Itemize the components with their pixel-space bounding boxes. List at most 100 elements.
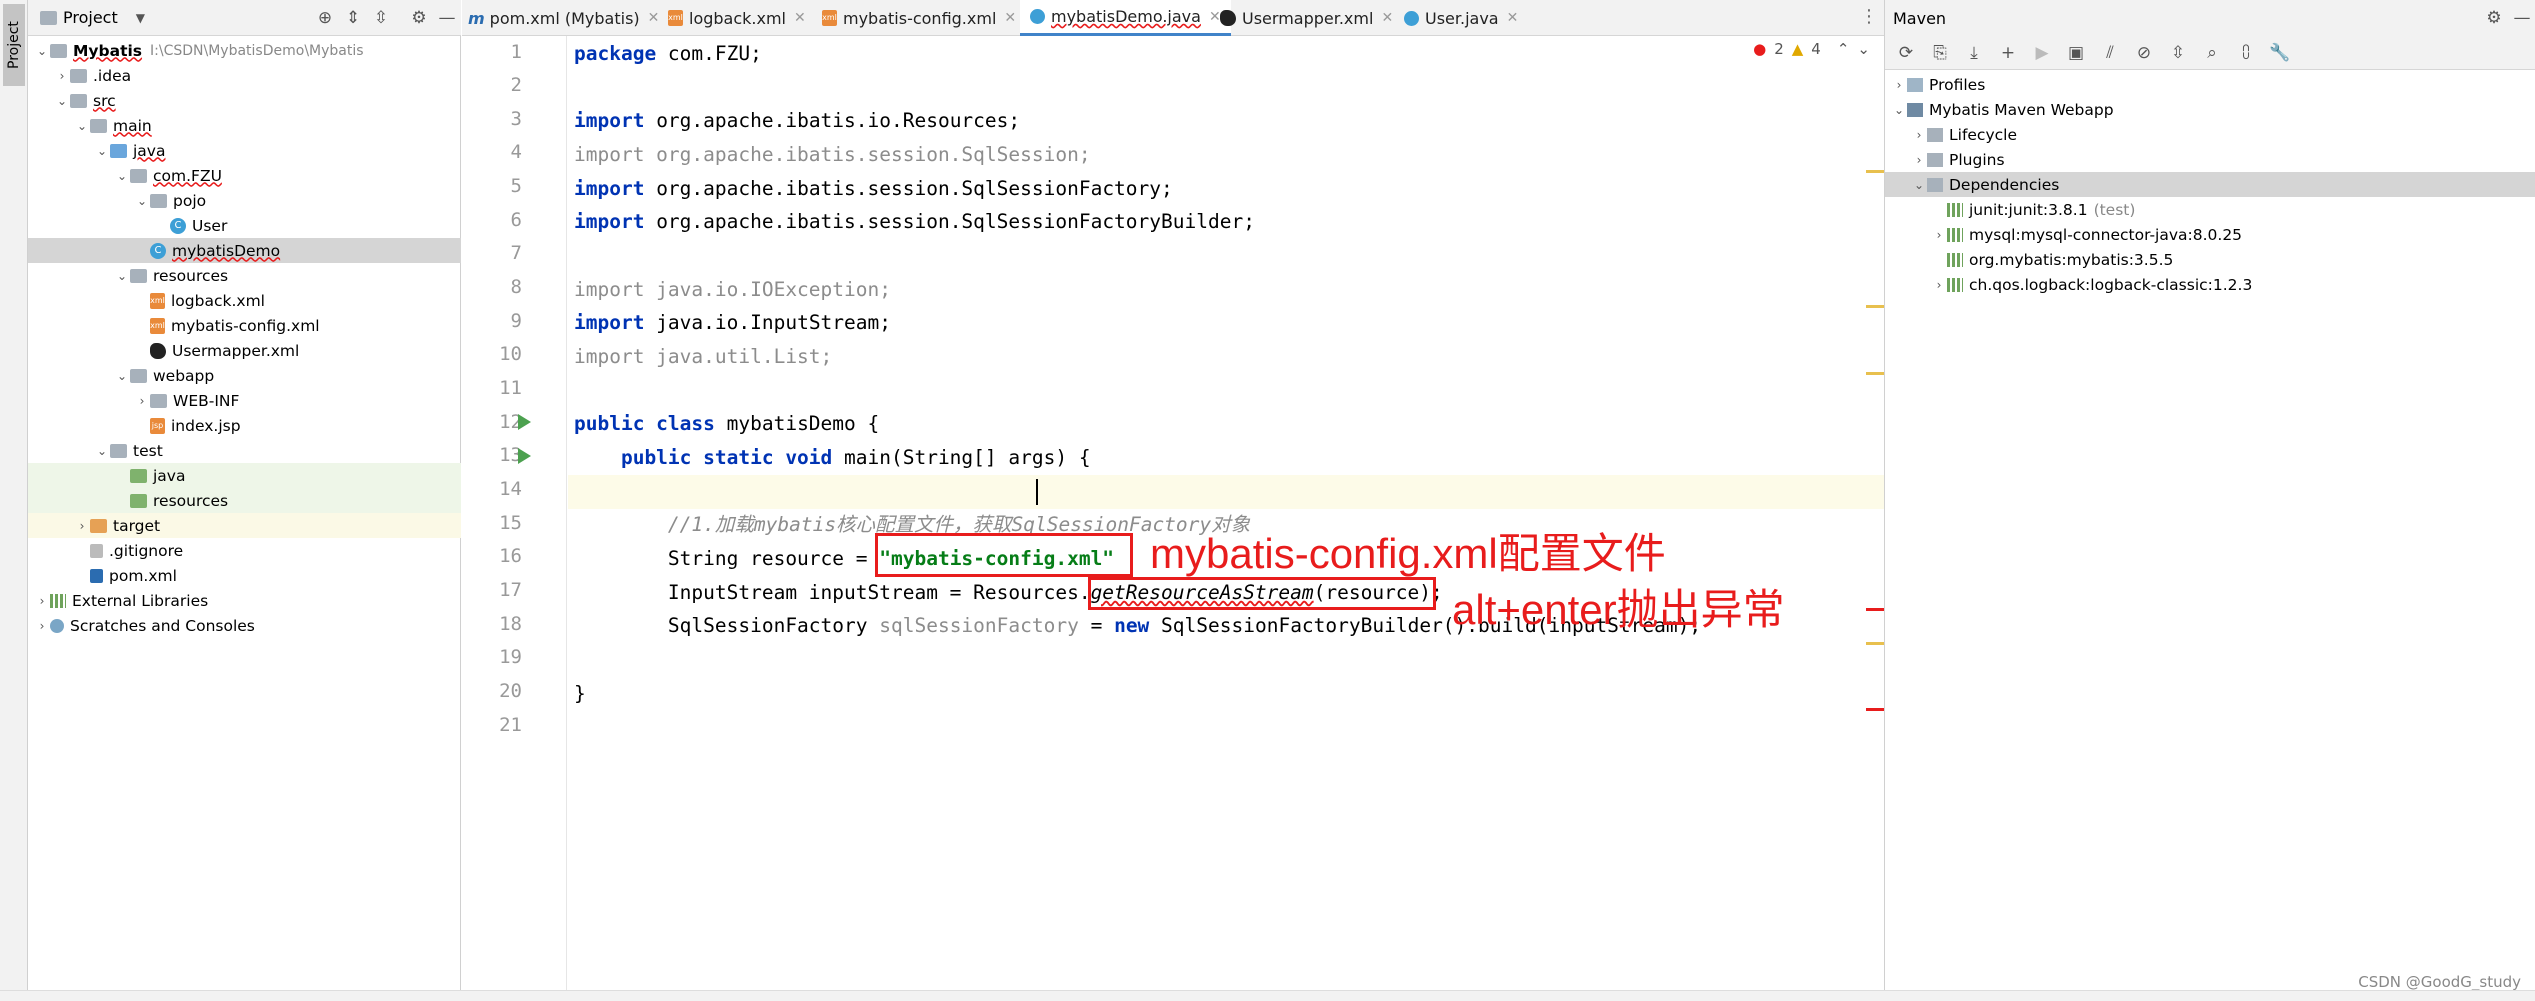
tree-item-resources[interactable]: ⌄ resources xyxy=(28,263,461,288)
locate-icon[interactable]: ⊕ xyxy=(311,4,339,32)
code-line-4[interactable]: import org.apache.ibatis.session.SqlSess… xyxy=(574,139,1091,171)
tree-item-webapp[interactable]: ⌄ webapp xyxy=(28,363,461,388)
warning-marker[interactable] xyxy=(1866,170,1884,173)
execute-goal-icon[interactable]: ▣ xyxy=(2061,39,2091,67)
chevron-right-icon[interactable]: › xyxy=(1931,228,1947,242)
maven-item-plugins[interactable]: › Plugins xyxy=(1885,147,2535,172)
tree-item-src[interactable]: ⌄ src xyxy=(28,88,461,113)
code-line-1[interactable]: package com.FZU; xyxy=(574,38,762,70)
tree-item-com-fzu[interactable]: ⌄ com.FZU xyxy=(28,163,461,188)
tree-item-usermapper[interactable]: Usermapper.xml xyxy=(28,338,461,363)
reload-icon[interactable]: ⟳ xyxy=(1891,39,1921,67)
skip-tests-icon[interactable]: ⊘ xyxy=(2129,39,2159,67)
close-icon[interactable]: ✕ xyxy=(1209,9,1221,25)
align-icon[interactable]: ⩇ xyxy=(2231,39,2261,67)
close-icon[interactable]: ✕ xyxy=(794,10,806,26)
tree-item-test-resources[interactable]: resources xyxy=(28,488,461,513)
tab-mybatisdemo-java[interactable]: mybatisDemo.java ✕ xyxy=(1020,0,1231,36)
code-line-9[interactable]: import java.io.InputStream; xyxy=(574,307,891,339)
warning-marker[interactable] xyxy=(1866,305,1884,308)
code-line-5[interactable]: import org.apache.ibatis.session.SqlSess… xyxy=(574,173,1173,205)
run-icon[interactable]: ▶ xyxy=(2027,39,2057,67)
tree-item-scratches[interactable]: › Scratches and Consoles xyxy=(28,613,461,638)
maven-item-dependencies[interactable]: ⌄ Dependencies xyxy=(1885,172,2535,197)
tree-item-idea[interactable]: › .idea xyxy=(28,63,461,88)
maven-item-lifecycle[interactable]: › Lifecycle xyxy=(1885,122,2535,147)
more-tabs-icon[interactable]: ⋮ xyxy=(1860,6,1878,27)
tree-item-user[interactable]: C User xyxy=(28,213,461,238)
toggle-offline-icon[interactable]: ⫽ xyxy=(2095,39,2125,67)
chevron-down-icon[interactable]: ▼ xyxy=(136,11,145,25)
chevron-right-icon[interactable]: › xyxy=(74,519,90,533)
close-icon[interactable]: ✕ xyxy=(1004,10,1016,26)
warning-marker[interactable] xyxy=(1866,372,1884,375)
generate-sources-icon[interactable]: ⎘ xyxy=(1925,39,1955,67)
chevron-down-icon[interactable]: ⌄ xyxy=(54,94,70,108)
download-icon[interactable]: ⤓ xyxy=(1959,39,1989,67)
chevron-right-icon[interactable]: › xyxy=(134,394,150,408)
chevron-down-icon[interactable]: ⌄ xyxy=(74,119,90,133)
tab-user-java[interactable]: User.java ✕ xyxy=(1404,0,1518,36)
chevron-down-icon[interactable]: ⌄ xyxy=(134,194,150,208)
chevron-right-icon[interactable]: › xyxy=(1931,278,1947,292)
chevron-right-icon[interactable]: › xyxy=(1911,128,1927,142)
error-marker[interactable] xyxy=(1866,708,1884,711)
chevron-down-icon[interactable]: ⌄ xyxy=(1857,40,1870,58)
chevron-up-icon[interactable]: ⌃ xyxy=(1837,40,1850,58)
run-main-icon[interactable] xyxy=(518,448,531,464)
code-line-20[interactable]: } xyxy=(574,678,586,710)
chevron-down-icon[interactable]: ⌄ xyxy=(114,369,130,383)
chevron-down-icon[interactable]: ⌄ xyxy=(1911,178,1927,192)
tree-item-java[interactable]: ⌄ java xyxy=(28,138,461,163)
project-tool-button[interactable]: Project xyxy=(3,4,25,86)
warning-marker[interactable] xyxy=(1866,642,1884,645)
close-icon[interactable]: ✕ xyxy=(1381,10,1393,26)
close-icon[interactable]: ✕ xyxy=(1507,10,1519,26)
tab-logback-xml[interactable]: xml logback.xml ✕ xyxy=(668,0,806,36)
maven-item-project[interactable]: ⌄ Mybatis Maven Webapp xyxy=(1885,97,2535,122)
chevron-right-icon[interactable]: › xyxy=(1891,78,1907,92)
chevron-down-icon[interactable]: ⌄ xyxy=(114,169,130,183)
chevron-down-icon[interactable]: ⌄ xyxy=(94,444,110,458)
chevron-right-icon[interactable]: › xyxy=(54,69,70,83)
chevron-right-icon[interactable]: › xyxy=(34,619,50,633)
code-line-13[interactable]: public static void main(String[] args) { xyxy=(574,442,1091,474)
run-class-icon[interactable] xyxy=(518,414,531,430)
tab-pom-xml[interactable]: m pom.xml (Mybatis) ✕ xyxy=(468,0,659,36)
tree-item-test[interactable]: ⌄ test xyxy=(28,438,461,463)
maven-dep-junit[interactable]: junit:junit:3.8.1 (test) xyxy=(1885,197,2535,222)
maven-dep-mybatis[interactable]: org.mybatis:mybatis:3.5.5 xyxy=(1885,247,2535,272)
collapse-all-icon[interactable]: ⇳ xyxy=(367,4,395,32)
tab-usermapper-xml[interactable]: Usermapper.xml ✕ xyxy=(1220,0,1393,36)
code-line-3[interactable]: import org.apache.ibatis.io.Resources; xyxy=(574,105,1020,137)
tree-item-mybatisdemo[interactable]: C mybatisDemo xyxy=(28,238,461,263)
tree-item-test-java[interactable]: java xyxy=(28,463,461,488)
gear-icon[interactable]: ⚙ xyxy=(2480,4,2508,32)
tree-item-web-inf[interactable]: › WEB-INF xyxy=(28,388,461,413)
expand-all-icon[interactable]: ⇕ xyxy=(339,4,367,32)
tree-item-external-libraries[interactable]: › External Libraries xyxy=(28,588,461,613)
add-icon[interactable]: + xyxy=(1993,39,2023,67)
minimize-icon[interactable]: — xyxy=(2508,4,2535,32)
show-dependencies-icon[interactable]: ⌕ xyxy=(2197,39,2227,67)
project-title[interactable]: Project xyxy=(63,8,118,27)
maven-item-profiles[interactable]: › Profiles xyxy=(1885,72,2535,97)
chevron-down-icon[interactable]: ⌄ xyxy=(1891,103,1907,117)
chevron-down-icon[interactable]: ⌄ xyxy=(114,269,130,283)
tree-item-gitignore[interactable]: .gitignore xyxy=(28,538,461,563)
chevron-down-icon[interactable]: ⌄ xyxy=(94,144,110,158)
tree-item-target[interactable]: › target xyxy=(28,513,461,538)
code-line-12[interactable]: public class mybatisDemo { xyxy=(574,408,879,440)
error-marker[interactable] xyxy=(1866,608,1884,611)
tab-mybatis-config-xml[interactable]: xml mybatis-config.xml ✕ xyxy=(822,0,1016,36)
maven-dep-logback[interactable]: › ch.qos.logback:logback-classic:1.2.3 xyxy=(1885,272,2535,297)
close-icon[interactable]: ✕ xyxy=(648,10,660,26)
maven-dep-mysql[interactable]: › mysql:mysql-connector-java:8.0.25 xyxy=(1885,222,2535,247)
wrench-icon[interactable]: 🔧 xyxy=(2265,39,2295,67)
code-line-6[interactable]: import org.apache.ibatis.session.SqlSess… xyxy=(574,206,1255,238)
inspection-widget[interactable]: ● 2 ▲ 4 ⌃ ⌄ xyxy=(1753,40,1870,58)
tree-item-main[interactable]: ⌄ main xyxy=(28,113,461,138)
tree-item-mybatis-config[interactable]: xml mybatis-config.xml xyxy=(28,313,461,338)
tree-item-pom[interactable]: pom.xml xyxy=(28,563,461,588)
chevron-right-icon[interactable]: › xyxy=(1911,153,1927,167)
